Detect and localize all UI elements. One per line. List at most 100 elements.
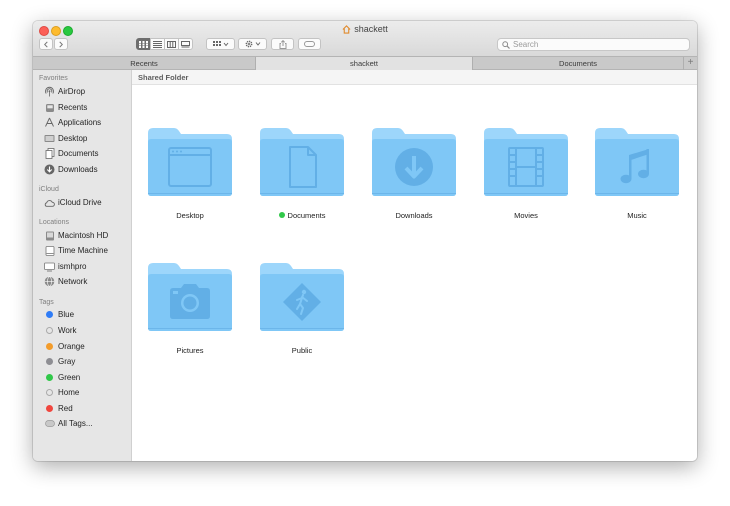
tab-documents[interactable]: Documents [473, 57, 683, 70]
sidebar-item-label: Network [58, 277, 88, 286]
folder-label: Music [591, 211, 683, 220]
folder-label: Documents [256, 211, 348, 220]
folder-grid: Desktop Documents Downloads Movies Music… [132, 85, 697, 461]
sidebar-item-label: Recents [58, 103, 88, 112]
back-button[interactable] [39, 38, 53, 50]
airdrop-icon [45, 86, 54, 97]
path-bar: Shared Folder [132, 70, 697, 85]
sidebar-item-desktop[interactable]: Desktop [44, 132, 87, 145]
folder-movies[interactable]: Movies [480, 127, 572, 220]
sidebar-item-label: ismhpro [58, 262, 87, 271]
sidebar-item-label: Applications [58, 118, 102, 127]
gear-icon [245, 40, 260, 48]
sidebar-item-label: AirDrop [58, 87, 86, 96]
sidebar-item-label: All Tags... [58, 419, 93, 428]
list-view-button[interactable] [150, 38, 165, 50]
tab-shackett[interactable]: shackett [256, 57, 473, 70]
folder-icon [484, 128, 568, 196]
window-title: shackett [33, 24, 697, 34]
folder-name: Movies [514, 211, 538, 220]
sidebar-item-label: Gray [58, 357, 76, 366]
folder-music[interactable]: Music [591, 127, 683, 220]
group-by-button[interactable] [206, 38, 235, 50]
finder-window: shackett Search Recents shackett Documen… [33, 21, 697, 461]
folder-icon [148, 128, 232, 196]
sidebar-tag-all-tags[interactable]: All Tags... [44, 417, 93, 430]
folder-icon [260, 263, 344, 331]
sidebar-item-applications[interactable]: Applications [44, 116, 101, 129]
sidebar-item-macintosh-hd[interactable]: Macintosh HD [44, 229, 108, 242]
sidebar-tag-gray[interactable]: Gray [44, 355, 75, 368]
search-input[interactable] [513, 40, 683, 49]
folder-desktop[interactable]: Desktop [144, 127, 236, 220]
sidebar-item-time-machine[interactable]: Time Machine [44, 244, 108, 257]
chevron-left-icon [44, 41, 48, 47]
sidebar-tag-red[interactable]: Red [44, 402, 73, 415]
folder-pictures[interactable]: Pictures [144, 262, 236, 355]
sidebar-item-label: Time Machine [58, 246, 108, 255]
sidebar-item-label: Orange [58, 342, 85, 351]
work-tag-dot [46, 327, 53, 334]
folder-icon [372, 128, 456, 196]
chevron-right-icon [59, 41, 63, 47]
download-arrow-glyph [395, 148, 433, 186]
documents-icon [45, 148, 54, 159]
sidebar-section-locations: Locations [39, 219, 69, 226]
action-button[interactable] [238, 38, 267, 50]
list-view-icon [153, 40, 162, 48]
sidebar-tag-home[interactable]: Home [44, 386, 79, 399]
column-view-icon [167, 40, 176, 48]
sidebar-item-recents[interactable]: Recents [44, 101, 87, 114]
sidebar-item-icloud-drive[interactable]: iCloud Drive [44, 196, 102, 209]
applications-icon [45, 117, 54, 127]
forward-button[interactable] [54, 38, 68, 50]
share-icon [279, 39, 286, 49]
tag-button[interactable] [298, 38, 321, 50]
folder-icon [148, 263, 232, 331]
folder-icon [260, 128, 344, 196]
sidebar-section-favorites: Favorites [39, 75, 68, 82]
new-tab-button[interactable]: + [683, 57, 697, 70]
sidebar: Favorites AirDrop Recents Applications D… [33, 70, 132, 461]
sidebar-item-label: Home [58, 388, 80, 397]
column-view-button[interactable] [164, 38, 179, 50]
sidebar-item-ismhpro[interactable]: ismhpro [44, 260, 86, 273]
plus-icon: + [687, 57, 694, 68]
sidebar-item-documents[interactable]: Documents [44, 147, 98, 160]
title-bar: shackett [33, 21, 697, 56]
home-icon [342, 25, 351, 34]
gray-tag-dot [46, 358, 53, 365]
sidebar-item-label: Macintosh HD [58, 231, 109, 240]
folder-downloads[interactable]: Downloads [368, 127, 460, 220]
folder-documents[interactable]: Documents [256, 127, 348, 220]
icon-view-button[interactable] [136, 38, 151, 50]
gallery-view-button[interactable] [178, 38, 193, 50]
sidebar-item-airdrop[interactable]: AirDrop [44, 85, 85, 98]
folder-public[interactable]: Public [256, 262, 348, 355]
tab-recents[interactable]: Recents [33, 57, 256, 70]
share-button[interactable] [271, 38, 294, 50]
search-icon [502, 40, 510, 49]
red-tag-dot [46, 405, 53, 412]
sidebar-item-downloads[interactable]: Downloads [44, 163, 98, 176]
sidebar-item-label: Documents [58, 149, 99, 158]
folder-label: Public [256, 346, 348, 355]
green-tag-dot [278, 212, 285, 219]
cloud-icon [44, 199, 55, 207]
sidebar-tag-blue[interactable]: Blue [44, 308, 74, 321]
folder-label: Movies [480, 211, 572, 220]
sidebar-item-network[interactable]: Network [44, 275, 87, 288]
folder-header-title: Shared Folder [138, 73, 189, 82]
gallery-view-icon [181, 40, 190, 47]
tag-icon [304, 41, 315, 47]
folder-name: Downloads [395, 211, 433, 220]
recents-icon [45, 103, 54, 112]
view-mode-control [136, 38, 193, 50]
search-field[interactable] [497, 38, 690, 51]
sidebar-tag-orange[interactable]: Orange [44, 340, 85, 353]
sidebar-tag-work[interactable]: Work [44, 324, 77, 337]
folder-icon [595, 128, 679, 196]
green-tag-dot [46, 374, 53, 381]
sidebar-tag-green[interactable]: Green [44, 371, 80, 384]
folder-label: Downloads [368, 211, 460, 220]
